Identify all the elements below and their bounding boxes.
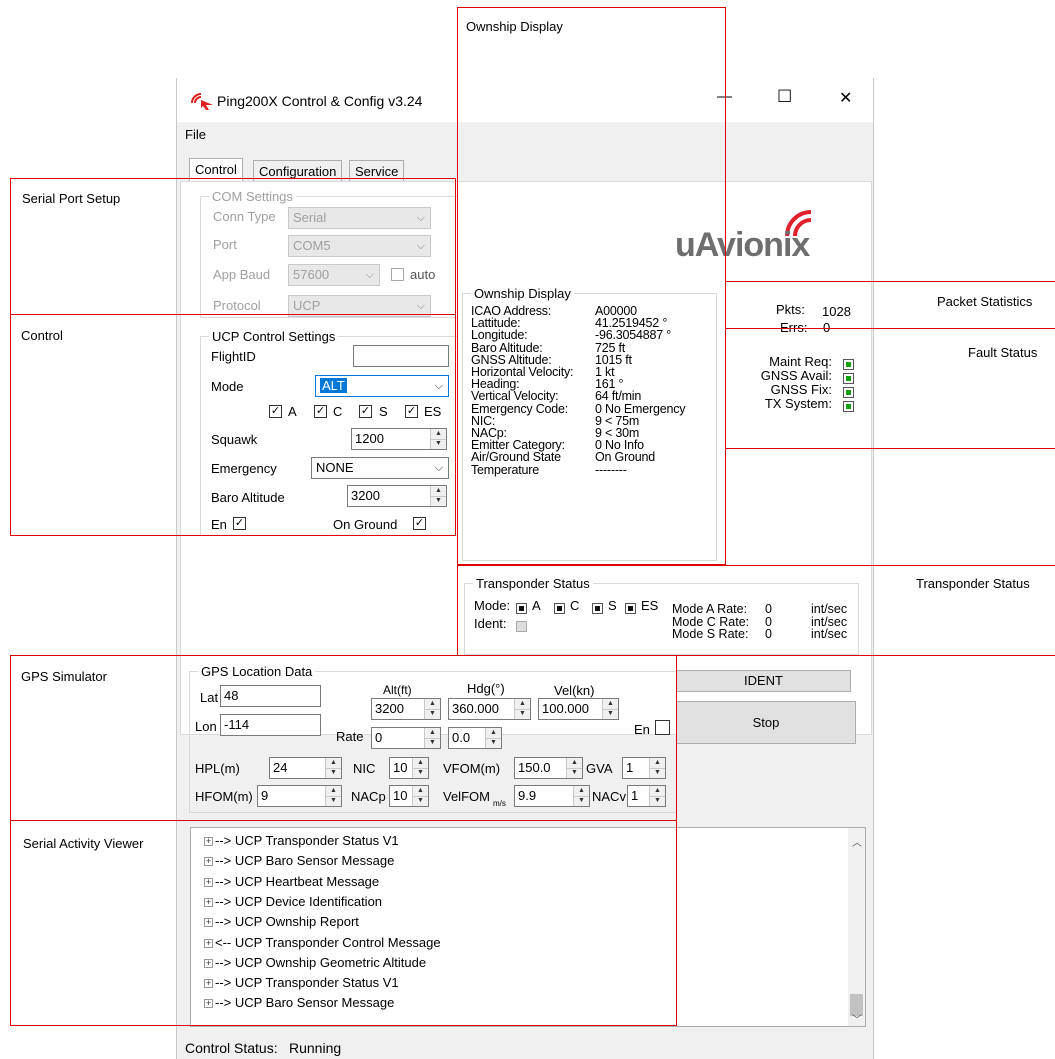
- annotation-ownship-display: Ownship Display: [466, 19, 563, 34]
- maximize-button[interactable]: ☐: [777, 87, 792, 107]
- mode-s-indicator: [592, 600, 603, 615]
- mode-label: Mode:: [474, 598, 511, 613]
- control-status-label: Control Status:: [185, 1040, 278, 1056]
- stop-button[interactable]: Stop: [676, 701, 856, 744]
- scroll-down-icon[interactable]: ﹀: [852, 1011, 862, 1026]
- fault-status-label: GNSS Fix:: [770, 382, 832, 397]
- mode-es-label: ES: [641, 598, 659, 613]
- transponder-rate-label: Mode S Rate:: [672, 627, 749, 641]
- fault-status-line: [725, 448, 1055, 449]
- annotation-packet-statistics: Packet Statistics: [937, 294, 1033, 309]
- menu-file[interactable]: File: [185, 127, 206, 142]
- close-button[interactable]: ✕: [839, 88, 852, 108]
- window-title: Ping200X Control & Config v3.24: [217, 93, 423, 109]
- ident-indicator: [516, 618, 527, 633]
- transponder-rate-value: 0: [765, 627, 772, 641]
- pkts-label: Pkts:: [776, 302, 805, 317]
- scroll-up-icon[interactable]: ︿: [852, 834, 862, 849]
- ident-button[interactable]: IDENT: [676, 670, 851, 692]
- app-logo-icon: [189, 91, 215, 114]
- fault-status-label: Maint Req:: [769, 354, 832, 369]
- transponder-status-line-left: [457, 565, 458, 655]
- mode-s-label: S: [608, 598, 617, 613]
- mode-a-indicator: [516, 600, 527, 615]
- annotation-transponder-status: Transponder Status: [916, 576, 1030, 591]
- ident-label: Ident:: [474, 616, 507, 631]
- transponder-status-line-top: [457, 565, 1055, 566]
- mode-a-label: A: [532, 598, 541, 613]
- annotation-fault-status: Fault Status: [968, 345, 1038, 360]
- mode-c-label: C: [570, 598, 580, 613]
- fault-status-indicator: [843, 370, 854, 385]
- fault-status-label: TX System:: [764, 396, 832, 411]
- pkts-value: 1028: [822, 304, 851, 319]
- mode-es-indicator: [625, 600, 636, 615]
- gps-simulator-callout: [10, 655, 677, 821]
- fault-status-label: GNSS Avail:: [760, 368, 832, 383]
- annotation-serial-activity-viewer: Serial Activity Viewer: [23, 836, 144, 851]
- annotation-control: Control: [21, 328, 63, 343]
- transponder-rate-unit: int/sec: [811, 627, 848, 641]
- vertical-scrollbar[interactable]: ︿ ﹀: [848, 828, 865, 1026]
- transponder-status-legend: Transponder Status: [473, 576, 593, 591]
- packet-statistics-line-bottom: [725, 328, 1055, 329]
- fault-status-indicator: [843, 384, 854, 399]
- control-status-value: Running: [289, 1040, 342, 1056]
- fault-status-indicator: [843, 398, 854, 413]
- annotation-gps-simulator: GPS Simulator: [21, 669, 107, 684]
- fault-status-indicator: [843, 356, 854, 371]
- mode-c-indicator: [554, 600, 565, 615]
- annotation-serial-port-setup: Serial Port Setup: [22, 191, 121, 206]
- transponder-status-group: Transponder Status Mode: A C S ES Ident:…: [464, 576, 859, 655]
- ownship-display-callout: [457, 7, 726, 565]
- control-callout: [10, 314, 456, 536]
- packet-statistics-line: [725, 281, 1055, 282]
